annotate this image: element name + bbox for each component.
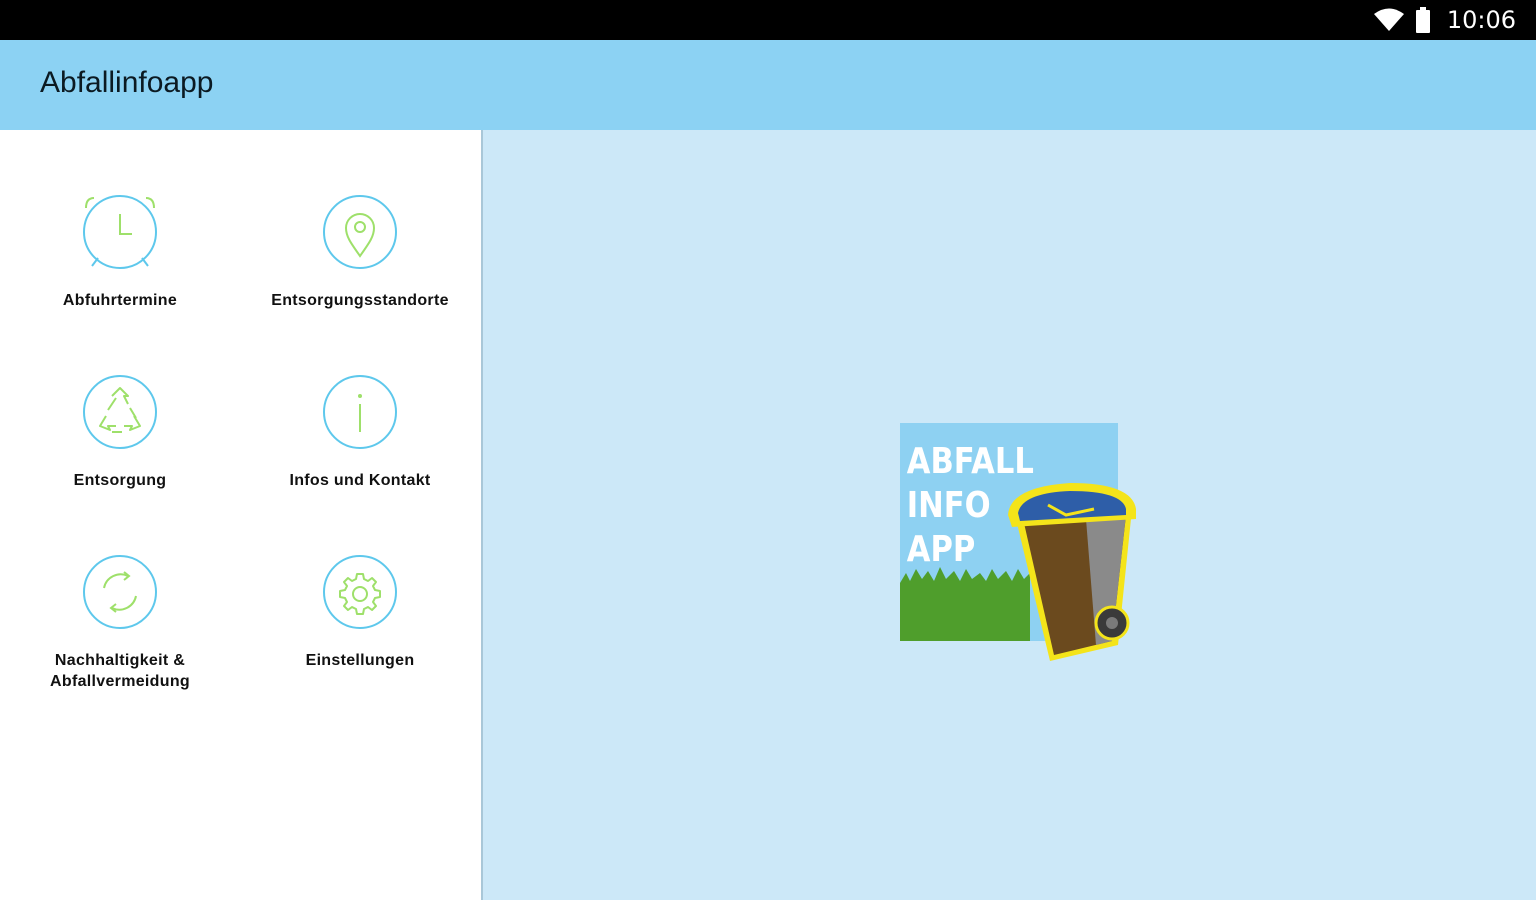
wifi-icon <box>1373 8 1404 31</box>
logo-line-1: ABFALL <box>907 440 1034 482</box>
logo-line-2: INFO <box>907 484 991 526</box>
battery-icon <box>1415 7 1430 33</box>
menu-label-entsorgung: Entsorgung <box>73 472 167 489</box>
cycle-arrows-icon <box>83 555 157 629</box>
menu-item-infos-und-kontakt[interactable]: Infos und Kontakt <box>240 310 480 490</box>
menu-label-einstellungen: Einstellungen <box>305 652 415 669</box>
menu-label-abfuhrtermine: Abfuhrtermine <box>62 292 178 309</box>
logo-line-3: APP <box>907 528 976 570</box>
gear-icon <box>323 555 397 629</box>
alarm-clock-icon <box>83 195 157 269</box>
menu-item-entsorgungsstandorte[interactable]: Entsorgungsstandorte <box>240 130 480 310</box>
location-pin-icon <box>323 195 397 269</box>
menu-item-abfuhrtermine[interactable]: Abfuhrtermine <box>0 130 240 310</box>
status-icons: 10:06 <box>1373 0 1516 40</box>
menu-label-infos-und-kontakt: Infos und Kontakt <box>289 472 431 489</box>
info-icon <box>323 375 397 449</box>
menu-item-nachhaltigkeit[interactable]: Nachhaltigkeit & Abfallvermeidung <box>0 490 240 690</box>
status-time: 10:06 <box>1446 6 1516 34</box>
abfall-info-app-logo: ABFALL INFO APP <box>900 423 1136 661</box>
menu-grid: Abfuhrtermine Entsorgungsstandorte Entso… <box>0 130 481 900</box>
menu-label-entsorgungsstandorte: Entsorgungsstandorte <box>271 292 449 309</box>
menu-item-entsorgung[interactable]: Entsorgung <box>0 310 240 490</box>
app-title: Abfallinfoapp <box>40 66 214 99</box>
menu-label-nachhaltigkeit: Nachhaltigkeit & Abfallvermeidung <box>50 652 190 690</box>
menu-item-einstellungen[interactable]: Einstellungen <box>240 490 480 670</box>
status-bar: 10:06 <box>0 0 1536 40</box>
recycle-icon <box>83 375 157 449</box>
app-bar: Abfallinfoapp <box>0 40 1536 130</box>
